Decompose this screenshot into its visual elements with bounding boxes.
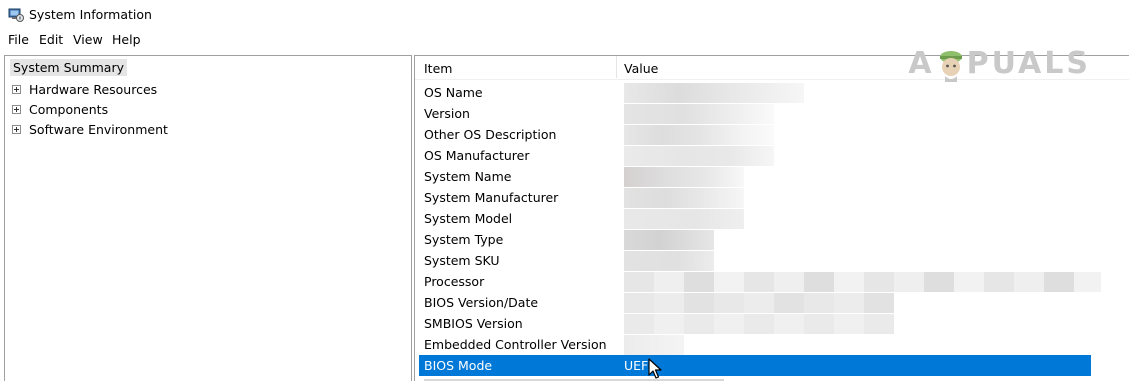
row-item: System Model [424,211,513,226]
table-row[interactable]: OS Manufacturer [419,145,1091,166]
tree-item-label: Components [29,102,109,117]
table-row[interactable]: SMBIOS Version [419,313,1091,334]
column-divider[interactable] [616,56,617,78]
tree-item-label: Hardware Resources [29,82,158,97]
row-item: OS Manufacturer [424,148,530,163]
table-row[interactable] [419,376,1091,381]
menu-file[interactable]: File [8,32,29,47]
column-header-item[interactable]: Item [424,61,452,76]
row-item: System SKU [424,253,500,268]
menu-edit[interactable]: Edit [39,32,63,47]
row-item: System Type [424,232,504,247]
column-header-value[interactable]: Value [624,61,658,76]
redacted-value [624,272,1101,292]
window-title: System Information [29,7,152,22]
menu-view[interactable]: View [73,32,103,47]
row-item: Version [424,106,470,121]
redacted-value [624,125,774,145]
table-row[interactable]: Processor [419,271,1101,292]
watermark: A PUALS [908,46,1091,82]
table-row[interactable]: Other OS Description [419,124,1091,145]
row-item: Other OS Description [424,127,557,142]
redacted-value [624,293,894,313]
tree-item-system-summary[interactable]: System Summary [10,59,127,76]
row-item: System Name [424,169,512,184]
redacted-value [624,188,744,208]
table-row-selected[interactable]: BIOS Mode UEFI [419,355,1091,376]
mouse-cursor-icon [648,358,662,379]
tree-item-components[interactable]: Components [5,100,405,120]
expand-icon[interactable] [12,85,21,94]
row-item: SMBIOS Version [424,316,523,331]
redacted-value [624,230,714,250]
menu-help[interactable]: Help [112,32,141,47]
row-item: BIOS Mode [424,358,493,373]
watermark-letter-a: A [908,46,935,81]
details-list[interactable]: Item Value OS Name Version Other OS Desc… [414,55,1129,381]
watermark-text: PUALS [966,46,1091,81]
table-row[interactable]: System Type [419,229,1091,250]
table-row[interactable]: OS Name [419,82,1091,103]
title-bar: System Information [0,0,1129,29]
system-info-icon [8,8,24,22]
row-item: BIOS Version/Date [424,295,539,310]
expand-icon[interactable] [12,105,21,114]
table-row[interactable]: System Manufacturer [419,187,1091,208]
table-row[interactable]: BIOS Version/Date [419,292,1091,313]
tree-item-label: Software Environment [29,122,168,137]
row-item: Embedded Controller Version [424,337,607,352]
redacted-value [624,146,774,166]
row-item: System Manufacturer [424,190,559,205]
expand-icon[interactable] [12,125,21,134]
table-row[interactable]: Version [419,103,1091,124]
redacted-value [624,251,714,271]
tree-item-hardware-resources[interactable]: Hardware Resources [5,80,405,100]
table-row[interactable]: System SKU [419,250,1091,271]
row-item: OS Name [424,85,483,100]
redacted-value [624,209,744,229]
redacted-value [624,167,744,187]
redacted-value [624,314,894,334]
mascot-logo-icon [939,50,962,82]
redacted-value [624,104,774,124]
redacted-value [624,83,804,103]
table-row[interactable]: Embedded Controller Version [419,334,1091,355]
row-item: Processor [424,274,485,289]
table-row[interactable]: System Name [419,166,1091,187]
redacted-value [624,335,684,355]
tree-item-software-environment[interactable]: Software Environment [5,120,405,140]
category-tree[interactable]: System Summary Hardware Resources Compon… [4,55,412,381]
table-row[interactable]: System Model [419,208,1091,229]
